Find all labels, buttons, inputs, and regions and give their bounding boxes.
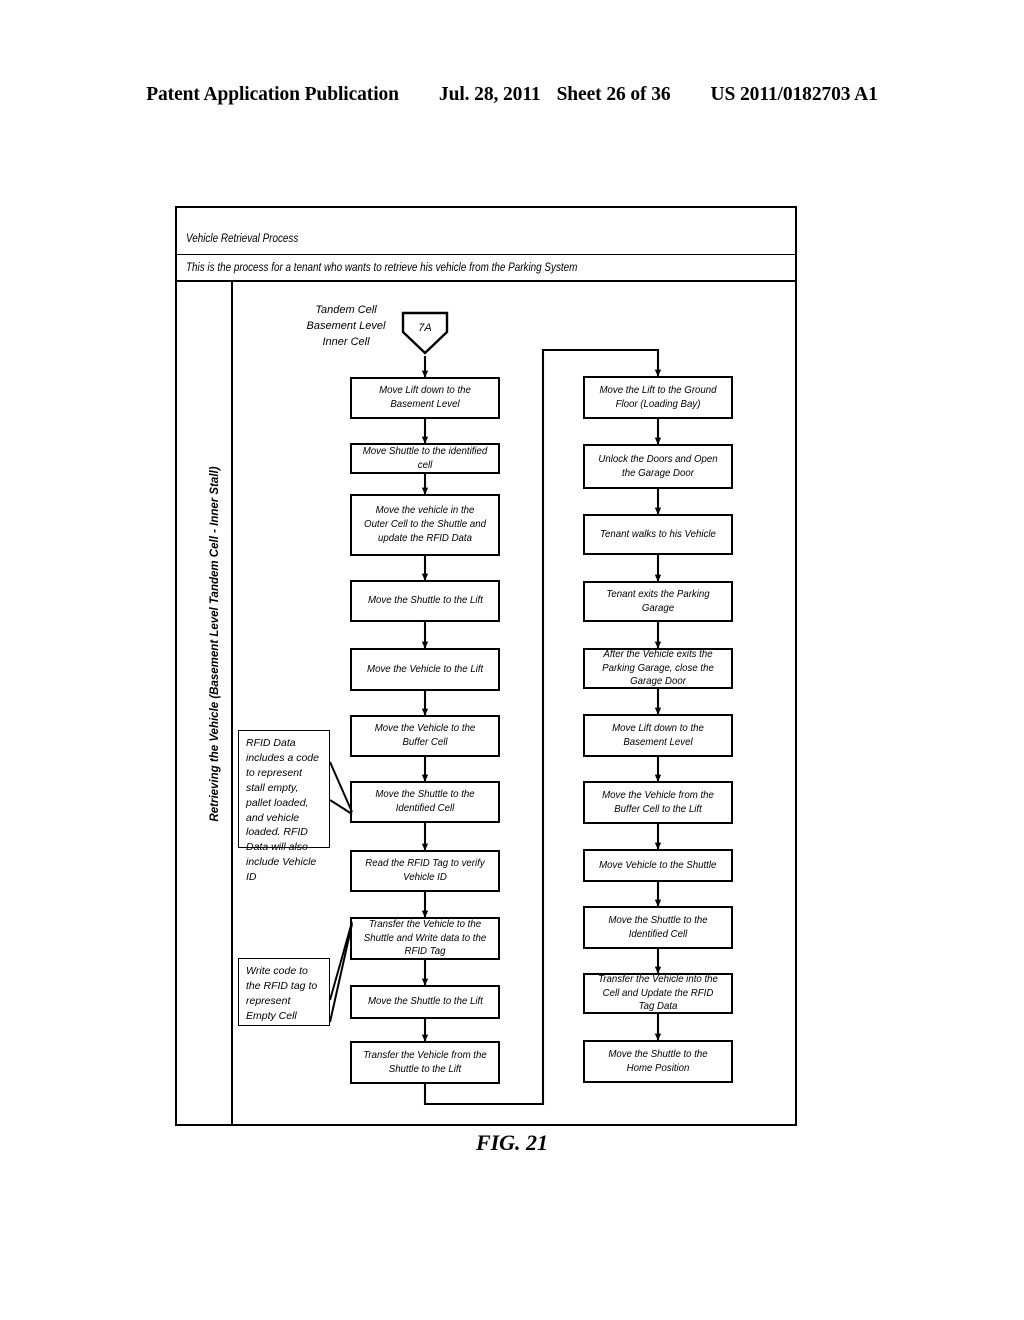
process-node-l6[interactable]: Move the Vehicle to the Buffer Cell: [350, 715, 500, 757]
process-node-r9[interactable]: Move the Shuttle to the Identified Cell: [583, 906, 733, 949]
process-node-l3[interactable]: Move the vehicle in the Outer Cell to th…: [350, 494, 500, 556]
node-label: Transfer the Vehicle into the Cell and U…: [598, 972, 718, 1013]
node-label: Read the RFID Tag to verify Vehicle ID: [365, 857, 485, 883]
node-label: Move the vehicle in the Outer Cell to th…: [364, 504, 486, 544]
process-node-l11[interactable]: Transfer the Vehicle from the Shuttle to…: [350, 1041, 500, 1084]
node-label: Move the Shuttle to the Home Position: [608, 1047, 708, 1074]
process-node-l9[interactable]: Transfer the Vehicle to the Shuttle and …: [350, 917, 500, 960]
process-node-l8[interactable]: Read the RFID Tag to verify Vehicle ID: [350, 850, 500, 892]
node-label: Move Vehicle to the Shuttle: [599, 858, 717, 871]
process-node-r1[interactable]: Move the Lift to the Ground Floor (Loadi…: [583, 376, 733, 419]
node-label: Move the Shuttle to the Lift: [367, 594, 483, 607]
figure-caption: FIG. 21: [475, 1130, 549, 1155]
process-subtitle-band: This is the process for a tenant who wan…: [177, 255, 795, 282]
process-node-r10[interactable]: Transfer the Vehicle into the Cell and U…: [583, 973, 733, 1014]
node-label: After the Vehicle exits the Parking Gara…: [602, 647, 714, 688]
process-node-r4[interactable]: Tenant exits the Parking Garage: [583, 581, 733, 622]
start-cell-label: Tandem Cell Basement Level Inner Cell: [300, 303, 392, 351]
process-subtitle: This is the process for a tenant who wan…: [186, 262, 578, 274]
publication-date: Jul. 28, 2011: [438, 84, 541, 105]
start-connector-7a[interactable]: 7A: [400, 310, 450, 356]
start-label-line-2: Basement Level: [306, 319, 386, 332]
process-node-r6[interactable]: Move Lift down to the Basement Level: [583, 714, 733, 757]
note-write-code[interactable]: Write code to the RFID tag to represent …: [238, 958, 330, 1026]
node-label: Tenant walks to his Vehicle: [600, 527, 716, 540]
process-node-l2[interactable]: Move Shuttle to the identified cell: [350, 443, 500, 474]
process-node-r3[interactable]: Tenant walks to his Vehicle: [583, 514, 733, 555]
start-label-line-3: Inner Cell: [322, 335, 370, 348]
node-label: Tenant exits the Parking Garage: [606, 587, 710, 614]
process-node-r8[interactable]: Move Vehicle to the Shuttle: [583, 849, 733, 882]
process-node-l5[interactable]: Move the Vehicle to the Lift: [350, 648, 500, 691]
process-node-l4[interactable]: Move the Shuttle to the Lift: [350, 580, 500, 622]
patent-number: US 2011/0182703 A1: [710, 84, 878, 105]
process-node-l1[interactable]: Move Lift down to the Basement Level: [350, 377, 500, 419]
patent-header: Patent Application Publication Jul. 28, …: [0, 84, 1024, 106]
process-node-r11[interactable]: Move the Shuttle to the Home Position: [583, 1040, 733, 1083]
node-label: Move Lift down to the Basement Level: [379, 384, 471, 410]
publication-label: Patent Application Publication: [146, 84, 399, 105]
node-label: Move Lift down to the Basement Level: [612, 721, 704, 748]
process-title-band: Vehicle Retrieval Process: [177, 208, 795, 255]
node-label: Transfer the Vehicle from the Shuttle to…: [363, 1048, 487, 1075]
process-node-r5[interactable]: After the Vehicle exits the Parking Gara…: [583, 648, 733, 689]
connector-id-label: 7A: [418, 322, 432, 334]
node-label: Move the Shuttle to the Lift: [367, 995, 483, 1008]
swimlane-divider: [231, 282, 233, 1126]
node-label: Move Shuttle to the identified cell: [362, 444, 488, 471]
process-node-r2[interactable]: Unlock the Doors and Open the Garage Doo…: [583, 444, 733, 489]
node-label: Unlock the Doors and Open the Garage Doo…: [598, 452, 718, 479]
process-node-l10[interactable]: Move the Shuttle to the Lift: [350, 985, 500, 1019]
node-label: Move the Lift to the Ground Floor (Loadi…: [599, 383, 717, 410]
node-label: Move the Vehicle to the Buffer Cell: [374, 722, 476, 748]
note-rfid-data[interactable]: RFID Data includes a code to represent s…: [238, 730, 330, 883]
swimlane-label: Retrieving the Vehicle (Basement Level T…: [209, 466, 221, 822]
process-title: Vehicle Retrieval Process: [186, 233, 299, 245]
process-node-l7[interactable]: Move the Shuttle to the Identified Cell: [350, 781, 500, 823]
node-label: Move the Vehicle to the Lift: [366, 662, 484, 675]
start-label-line-1: Tandem Cell: [315, 304, 377, 316]
process-node-r7[interactable]: Move the Vehicle from the Buffer Cell to…: [583, 781, 733, 824]
node-label: Move the Shuttle to the Identified Cell: [375, 788, 475, 814]
node-label: Move the Vehicle from the Buffer Cell to…: [602, 788, 714, 815]
sheet-number: Sheet 26 of 36: [556, 84, 671, 105]
node-label: Move the Shuttle to the Identified Cell: [608, 913, 708, 940]
node-label: Transfer the Vehicle to the Shuttle and …: [363, 917, 487, 958]
